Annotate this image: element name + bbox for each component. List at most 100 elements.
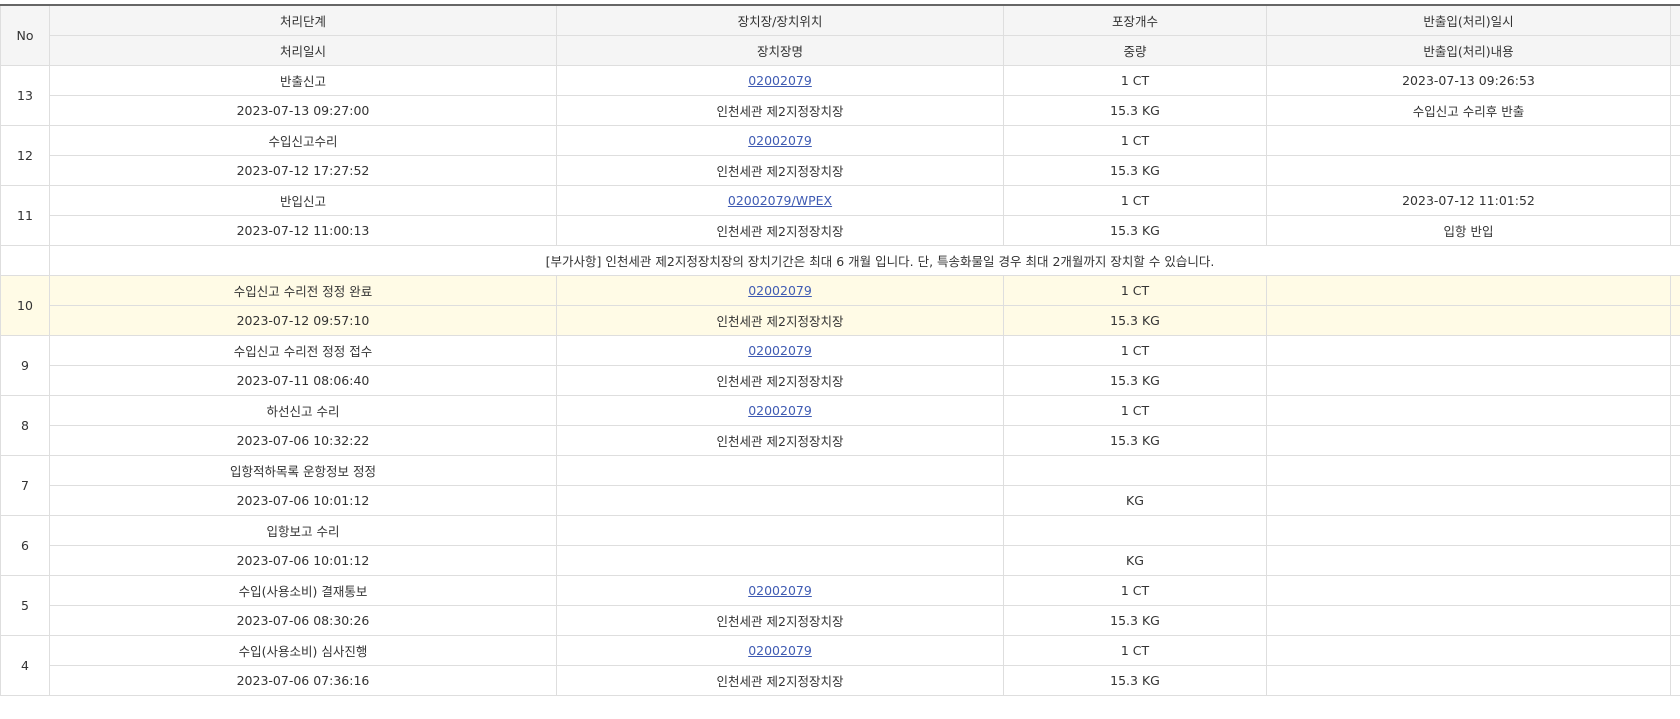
header-extra-2 bbox=[1670, 34, 1680, 66]
io-description-cell bbox=[1266, 364, 1671, 396]
extra-cell bbox=[1670, 214, 1680, 246]
package-count-cell: 1 CT bbox=[1003, 274, 1267, 306]
table-header: No 처리단계 장치장/장치위치 포장개수 반출입(처리)일시 처리일시 장치장… bbox=[0, 4, 1680, 66]
io-description-cell bbox=[1266, 424, 1671, 456]
io-time-cell: 2023-07-12 11:01:52 bbox=[1266, 184, 1671, 216]
package-count-cell: 1 CT bbox=[1003, 574, 1267, 606]
package-count-cell: 1 CT bbox=[1003, 634, 1267, 666]
header-step: 처리단계 bbox=[49, 4, 557, 36]
table-row-detail: 2023-07-06 07:36:16 인천세관 제2지정장치장 15.3 KG bbox=[1, 664, 1680, 696]
table-row: 13 반출신고 02002079 1 CT 2023-07-13 09:26:53 bbox=[0, 64, 1680, 126]
table-row: 6 입항보고 수리 bbox=[0, 514, 1680, 576]
extra-cell bbox=[1670, 514, 1680, 546]
warehouse-name-cell bbox=[556, 544, 1004, 576]
process-date-cell: 2023-07-06 10:32:22 bbox=[49, 424, 557, 456]
location-cell: 02002079 bbox=[556, 334, 1004, 366]
table-row-detail: 2023-07-06 08:30:26 인천세관 제2지정장치장 15.3 KG bbox=[1, 604, 1680, 636]
weight-cell: 15.3 KG bbox=[1003, 364, 1267, 396]
extra-cell bbox=[1670, 274, 1680, 306]
package-count-cell: 1 CT bbox=[1003, 64, 1267, 96]
header-warehouse-name: 장치장명 bbox=[556, 34, 1004, 66]
row-number: 7 bbox=[0, 454, 50, 516]
process-date-cell: 2023-07-13 09:27:00 bbox=[49, 94, 557, 126]
row-number: 10 bbox=[0, 274, 50, 336]
warehouse-name-cell: 인천세관 제2지정장치장 bbox=[556, 154, 1004, 186]
io-time-cell bbox=[1266, 634, 1671, 666]
weight-cell: 15.3 KG bbox=[1003, 214, 1267, 246]
warehouse-name-cell: 인천세관 제2지정장치장 bbox=[556, 424, 1004, 456]
process-date-cell: 2023-07-06 10:01:12 bbox=[49, 484, 557, 516]
io-time-cell bbox=[1266, 574, 1671, 606]
io-time-cell: 2023-07-13 09:26:53 bbox=[1266, 64, 1671, 96]
package-count-cell bbox=[1003, 454, 1267, 486]
extra-cell bbox=[1670, 574, 1680, 606]
io-time-cell bbox=[1266, 454, 1671, 486]
row-number: 5 bbox=[0, 574, 50, 636]
table-row-detail: 2023-07-12 17:27:52 인천세관 제2지정장치장 15.3 KG bbox=[1, 154, 1680, 186]
table-row: 7 입항적하목록 운항정보 정정 bbox=[0, 454, 1680, 516]
location-link[interactable]: 02002079 bbox=[748, 643, 812, 658]
location-link[interactable]: 02002079 bbox=[748, 583, 812, 598]
process-date-cell: 2023-07-12 09:57:10 bbox=[49, 304, 557, 336]
package-count-cell: 1 CT bbox=[1003, 124, 1267, 156]
table-row: 9 수입신고 수리전 정정 접수 02002079 1 CT bbox=[0, 334, 1680, 396]
package-count-cell: 1 CT bbox=[1003, 184, 1267, 216]
location-cell: 02002079 bbox=[556, 274, 1004, 306]
location-cell: 02002079 bbox=[556, 634, 1004, 666]
io-time-cell bbox=[1266, 334, 1671, 366]
io-time-cell bbox=[1266, 274, 1671, 306]
extra-cell bbox=[1670, 334, 1680, 366]
table-row-detail: 2023-07-06 10:32:22 인천세관 제2지정장치장 15.3 KG bbox=[1, 424, 1680, 456]
table-body: 13 반출신고 02002079 1 CT 2023-07-13 09:26:53 202… bbox=[0, 64, 1680, 696]
location-cell bbox=[556, 514, 1004, 546]
weight-cell: KG bbox=[1003, 544, 1267, 576]
location-cell: 02002079 bbox=[556, 394, 1004, 426]
note-row: [부가사항] 인천세관 제2지정장치장의 장치기간은 최대 6 개월 입니다. … bbox=[0, 244, 1680, 276]
table-row: 10 수입신고 수리전 정정 완료 02002079 1 CT bbox=[0, 274, 1680, 336]
location-link[interactable]: 02002079 bbox=[748, 283, 812, 298]
extra-cell bbox=[1670, 304, 1680, 336]
io-description-cell bbox=[1266, 544, 1671, 576]
extra-cell bbox=[1670, 634, 1680, 666]
warehouse-name-cell: 인천세관 제2지정장치장 bbox=[556, 664, 1004, 696]
process-date-cell: 2023-07-06 08:30:26 bbox=[49, 604, 557, 636]
location-link[interactable]: 02002079 bbox=[748, 403, 812, 418]
weight-cell: KG bbox=[1003, 484, 1267, 516]
table-row-detail: 2023-07-12 09:57:10 인천세관 제2지정장치장 15.3 KG bbox=[1, 304, 1680, 336]
cargo-progress-table: No 처리단계 장치장/장치위치 포장개수 반출입(처리)일시 처리일시 장치장… bbox=[0, 4, 1680, 696]
header-io-time: 반출입(처리)일시 bbox=[1266, 4, 1671, 36]
location-cell: 02002079 bbox=[556, 574, 1004, 606]
extra-cell bbox=[1670, 64, 1680, 96]
warehouse-name-cell: 인천세관 제2지정장치장 bbox=[556, 214, 1004, 246]
extra-cell bbox=[1670, 184, 1680, 216]
io-description-cell bbox=[1266, 664, 1671, 696]
process-date-cell: 2023-07-12 11:00:13 bbox=[49, 214, 557, 246]
extra-cell bbox=[1670, 124, 1680, 156]
table-row: 12 수입신고수리 02002079 1 CT bbox=[0, 124, 1680, 186]
step-cell: 수입(사용소비) 심사진행 bbox=[49, 634, 557, 666]
io-time-cell bbox=[1266, 514, 1671, 546]
extra-cell bbox=[1670, 664, 1680, 696]
location-link[interactable]: 02002079 bbox=[748, 133, 812, 148]
step-cell: 하선신고 수리 bbox=[49, 394, 557, 426]
location-link[interactable]: 02002079 bbox=[748, 73, 812, 88]
header-weight: 중량 bbox=[1003, 34, 1267, 66]
step-cell: 수입신고수리 bbox=[49, 124, 557, 156]
extra-cell bbox=[1670, 604, 1680, 636]
warehouse-name-cell: 인천세관 제2지정장치장 bbox=[556, 94, 1004, 126]
warehouse-name-cell: 인천세관 제2지정장치장 bbox=[556, 364, 1004, 396]
location-link[interactable]: 02002079 bbox=[748, 343, 812, 358]
location-link[interactable]: 02002079/WPEX bbox=[728, 193, 832, 208]
step-cell: 반출신고 bbox=[49, 64, 557, 96]
io-description-cell bbox=[1266, 304, 1671, 336]
table-row-detail: 2023-07-13 09:27:00 인천세관 제2지정장치장 15.3 KG 수입… bbox=[1, 94, 1680, 126]
table-row-detail: 2023-07-11 08:06:40 인천세관 제2지정장치장 15.3 KG bbox=[1, 364, 1680, 396]
weight-cell: 15.3 KG bbox=[1003, 154, 1267, 186]
location-cell bbox=[556, 454, 1004, 486]
extra-cell bbox=[1670, 364, 1680, 396]
process-date-cell: 2023-07-06 10:01:12 bbox=[49, 544, 557, 576]
io-description-cell bbox=[1266, 604, 1671, 636]
row-number: 13 bbox=[0, 64, 50, 126]
header-location: 장치장/장치위치 bbox=[556, 4, 1004, 36]
weight-cell: 15.3 KG bbox=[1003, 604, 1267, 636]
